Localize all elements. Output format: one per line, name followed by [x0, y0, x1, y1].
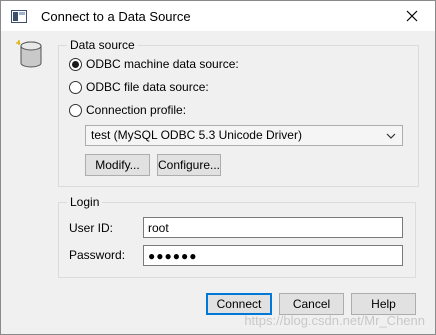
radio-button[interactable]	[69, 80, 82, 94]
cancel-button[interactable]: Cancel	[279, 293, 344, 315]
login-group-label: Login	[67, 195, 103, 209]
chevron-down-icon	[386, 133, 396, 139]
modify-button[interactable]: Modify...	[85, 154, 150, 176]
connect-button[interactable]: Connect	[206, 293, 272, 315]
radio-connection-profile[interactable]: Connection profile:	[69, 103, 186, 117]
radio-button[interactable]	[69, 57, 82, 71]
radio-odbc-file[interactable]: ODBC file data source:	[69, 80, 209, 94]
user-id-field[interactable]: root	[143, 217, 403, 238]
connect-dialog: Connect to a Data Source Data source ODB…	[0, 0, 436, 335]
profile-select[interactable]: test (MySQL ODBC 5.3 Unicode Driver)	[85, 125, 403, 146]
radio-label: ODBC file data source:	[86, 80, 209, 94]
title-bar: Connect to a Data Source	[1, 1, 435, 31]
login-group: Login	[58, 195, 416, 278]
watermark: https://blog.csdn.net/Mr_Chenn	[244, 313, 425, 328]
user-id-label: User ID:	[69, 221, 114, 235]
radio-odbc-machine[interactable]: ODBC machine data source:	[69, 57, 239, 71]
profile-select-value: test (MySQL ODBC 5.3 Unicode Driver)	[91, 128, 302, 142]
radio-label: Connection profile:	[86, 103, 187, 117]
close-button[interactable]	[389, 1, 435, 31]
help-button[interactable]: Help	[351, 293, 416, 315]
window-title: Connect to a Data Source	[41, 9, 191, 24]
data-source-group-label: Data source	[67, 38, 138, 52]
password-label: Password:	[69, 248, 126, 262]
radio-button[interactable]	[69, 103, 82, 117]
window-icon	[11, 10, 27, 23]
password-field[interactable]: ●●●●●●	[143, 245, 403, 266]
radio-label: ODBC machine data source:	[86, 57, 239, 71]
close-icon	[406, 10, 418, 22]
database-icon	[16, 40, 42, 68]
configure-button[interactable]: Configure...	[157, 154, 221, 176]
